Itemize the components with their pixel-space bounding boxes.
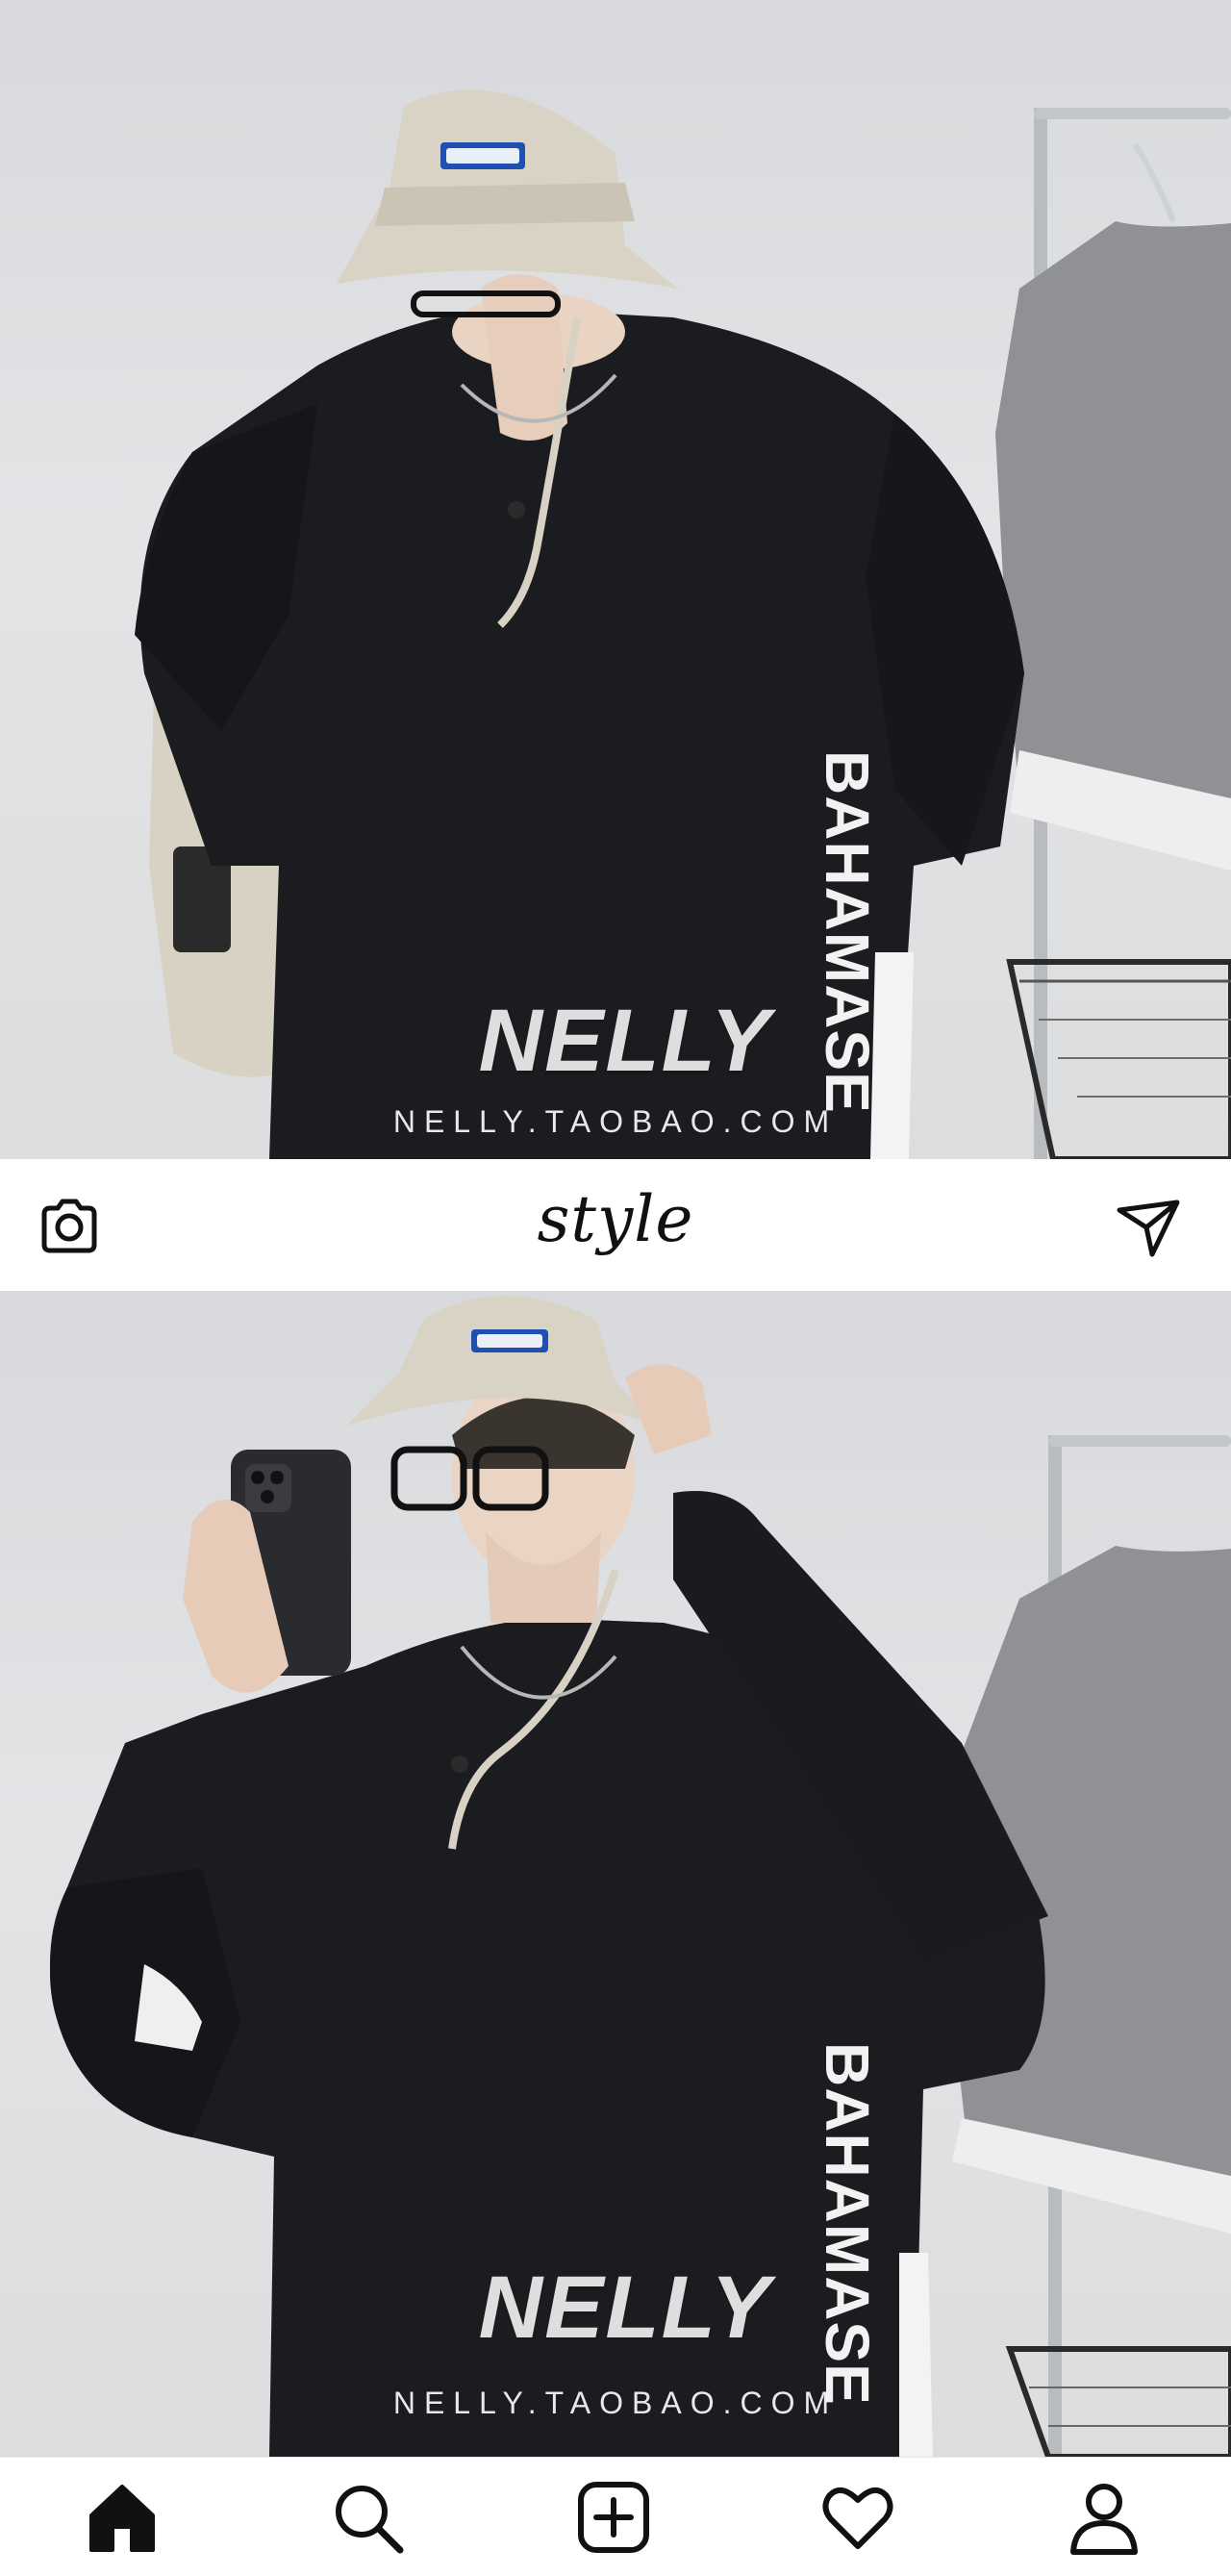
send-icon bbox=[1117, 1200, 1180, 1257]
heart-icon bbox=[822, 2488, 893, 2549]
nav-search[interactable] bbox=[327, 2477, 408, 2558]
bottom-navigation bbox=[0, 2457, 1231, 2576]
add-post-icon bbox=[578, 2482, 649, 2553]
watermark-url: NELLY.TAOBAO.COM bbox=[392, 2386, 839, 2420]
nav-add-post[interactable] bbox=[573, 2477, 654, 2558]
send-button[interactable] bbox=[1114, 1191, 1183, 1260]
search-icon bbox=[336, 2486, 404, 2554]
home-icon bbox=[89, 2485, 155, 2552]
watermark-logo: NELLY bbox=[478, 992, 772, 1090]
profile-icon bbox=[1070, 2484, 1138, 2555]
watermark-logo: NELLY bbox=[478, 2259, 772, 2357]
nav-home[interactable] bbox=[82, 2477, 163, 2558]
photo-illustration bbox=[135, 89, 1231, 1159]
nav-activity[interactable] bbox=[817, 2477, 898, 2558]
top-app-bar: style bbox=[0, 1159, 1231, 1292]
nav-profile[interactable] bbox=[1064, 2477, 1144, 2558]
feed-page: BAHAMASE NELLY NELLY.TAOBAO.COM style BA… bbox=[0, 0, 1231, 2576]
watermark-url: NELLY.TAOBAO.COM bbox=[392, 1104, 839, 1139]
post-photo[interactable]: BAHAMASE NELLY NELLY.TAOBAO.COM bbox=[0, 1291, 1231, 2457]
post-photo[interactable]: BAHAMASE NELLY NELLY.TAOBAO.COM bbox=[0, 0, 1231, 1159]
app-title: style bbox=[537, 1182, 694, 1256]
